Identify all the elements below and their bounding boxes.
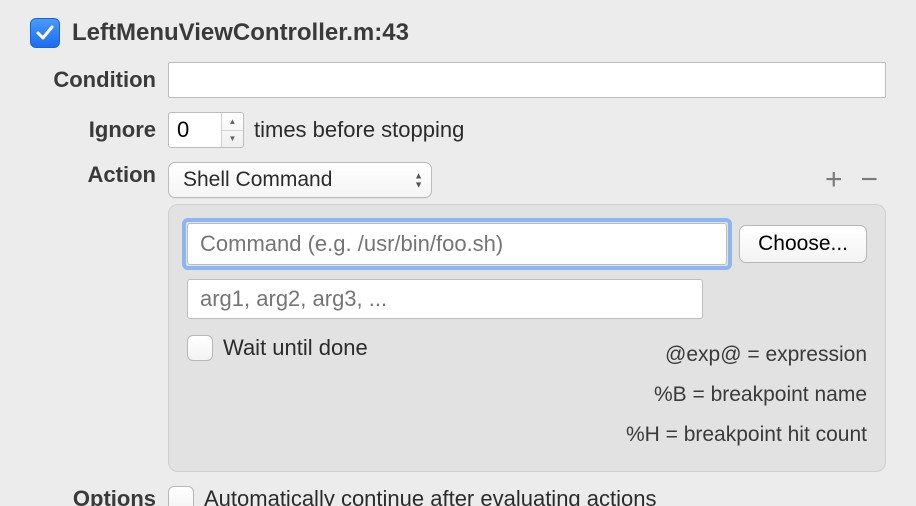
options-label: Options bbox=[30, 486, 168, 506]
action-label: Action bbox=[30, 162, 168, 188]
auto-continue-label: Automatically continue after evaluating … bbox=[204, 486, 656, 506]
chevron-up-icon: ▲ bbox=[229, 117, 237, 126]
condition-label: Condition bbox=[30, 67, 168, 93]
updown-icon: ▲▼ bbox=[414, 172, 423, 189]
ignore-step-down[interactable]: ▼ bbox=[222, 131, 243, 148]
remove-action-button[interactable]: − bbox=[860, 165, 878, 195]
ignore-suffix: times before stopping bbox=[254, 117, 464, 143]
action-type-popup[interactable]: Shell Command ▲▼ bbox=[168, 162, 432, 198]
chevron-down-icon: ▼ bbox=[229, 134, 237, 143]
ignore-stepper[interactable]: ▲ ▼ bbox=[168, 112, 244, 148]
breakpoint-title: LeftMenuViewController.m:43 bbox=[72, 19, 409, 47]
shell-command-input[interactable] bbox=[187, 223, 727, 265]
wait-until-done-label: Wait until done bbox=[223, 335, 368, 361]
shell-command-panel: Choose... Wait until done @exp@ = expres… bbox=[168, 204, 886, 472]
action-type-value: Shell Command bbox=[183, 168, 332, 192]
shell-args-input[interactable] bbox=[187, 279, 703, 319]
auto-continue-checkbox[interactable] bbox=[168, 486, 194, 506]
ignore-step-up[interactable]: ▲ bbox=[222, 113, 243, 131]
choose-button[interactable]: Choose... bbox=[739, 225, 867, 263]
checkmark-icon bbox=[35, 23, 55, 43]
ignore-label: Ignore bbox=[30, 117, 168, 143]
hint-expression: @exp@ = expression bbox=[626, 335, 867, 375]
hint-breakpoint-hit-count: %H = breakpoint hit count bbox=[626, 415, 867, 455]
hint-breakpoint-name: %B = breakpoint name bbox=[626, 375, 867, 415]
wait-until-done-checkbox[interactable] bbox=[187, 335, 213, 361]
condition-input[interactable] bbox=[168, 62, 886, 98]
ignore-input[interactable] bbox=[169, 113, 221, 147]
breakpoint-enabled-checkbox[interactable] bbox=[30, 18, 60, 48]
add-action-button[interactable]: + bbox=[825, 165, 843, 195]
